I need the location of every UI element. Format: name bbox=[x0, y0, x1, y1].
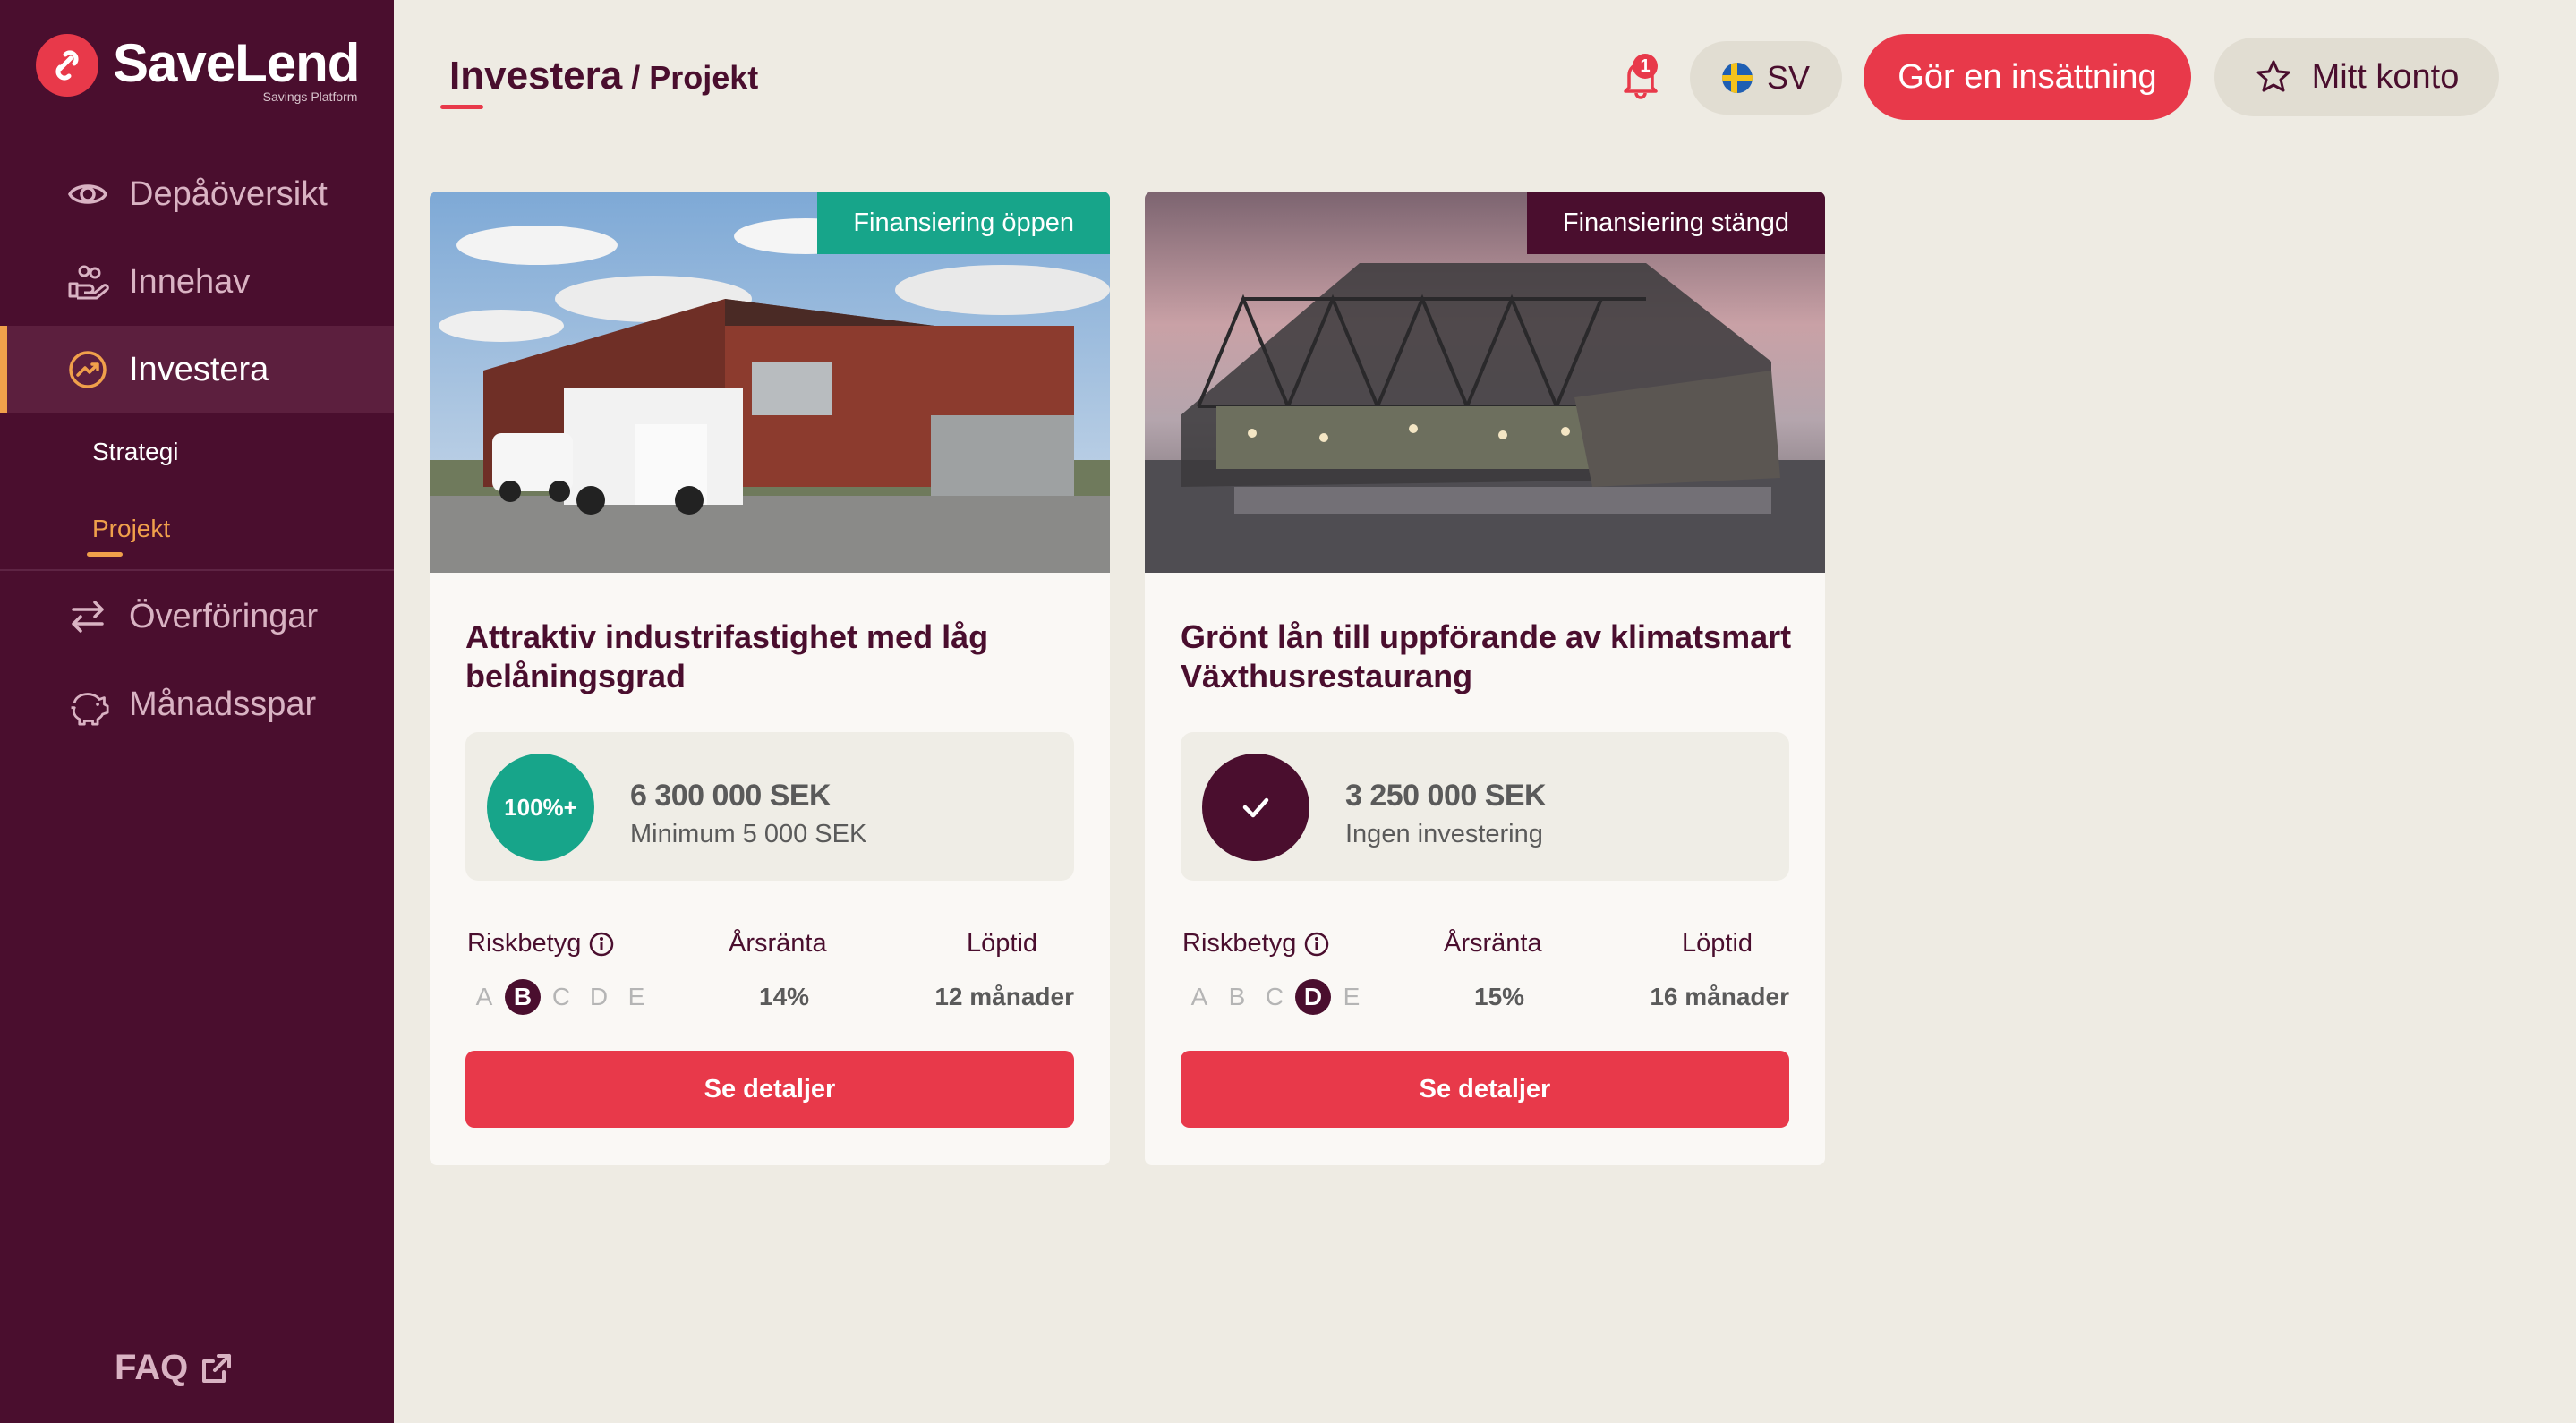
brand-logo[interactable]: SaveLend Savings Platform bbox=[36, 33, 360, 104]
minimum-investment: Minimum 5 000 SEK bbox=[630, 820, 867, 848]
breadcrumb-investera[interactable]: Investera bbox=[449, 54, 622, 98]
risk-letter-selected: B bbox=[505, 979, 541, 1015]
faq-link[interactable]: FAQ bbox=[115, 1348, 235, 1388]
risk-scale: A B C D E bbox=[1181, 979, 1370, 1015]
risk-letter: B bbox=[1228, 983, 1246, 1010]
language-label: SV bbox=[1766, 59, 1811, 96]
risk-letter: A bbox=[475, 983, 493, 1010]
risk-letter: A bbox=[1190, 983, 1208, 1010]
loan-amount: 3 250 000 SEK bbox=[1345, 779, 1547, 813]
funding-status-badge: Finansiering stängd bbox=[1526, 192, 1825, 254]
loan-amount: 6 300 000 SEK bbox=[630, 779, 832, 813]
info-icon[interactable] bbox=[1303, 931, 1330, 958]
funding-status-badge: Finansiering öppen bbox=[817, 192, 1110, 254]
risk-letter-selected: D bbox=[1295, 979, 1331, 1015]
external-link-icon bbox=[202, 1353, 232, 1383]
funding-progress-circle: 100%+ bbox=[487, 754, 594, 861]
project-card[interactable]: Finansiering öppen Attraktiv industrifas… bbox=[430, 192, 1110, 1165]
checkmark-icon bbox=[1242, 797, 1269, 818]
sidebar-item-label: Innehav bbox=[129, 262, 251, 301]
sidebar-subitem-projekt[interactable]: Projekt bbox=[0, 490, 394, 567]
interest-rate: 15% bbox=[1474, 983, 1525, 1010]
risk-label: Riskbetyg bbox=[1182, 929, 1330, 959]
project-image: Finansiering stängd bbox=[1145, 192, 1825, 573]
sidebar-subitem-strategi[interactable]: Strategi bbox=[0, 413, 394, 490]
sidebar-nav: Depåöversikt Innehav Investera Strategi … bbox=[0, 150, 394, 748]
star-icon bbox=[2256, 60, 2290, 92]
rate-label: Årsränta bbox=[729, 929, 827, 958]
trending-up-icon bbox=[66, 348, 109, 391]
investment-status: Ingen investering bbox=[1345, 820, 1543, 848]
risk-label-text: Riskbetyg bbox=[467, 929, 582, 958]
project-card[interactable]: Finansiering stängd Grönt lån till uppfö… bbox=[1145, 192, 1825, 1165]
risk-scale: A B C D E bbox=[465, 979, 655, 1015]
see-details-button[interactable]: Se detaljer bbox=[1181, 1051, 1789, 1128]
term-label: Löptid bbox=[967, 929, 1038, 958]
sidebar-item-manadsspar[interactable]: Månadsspar bbox=[0, 660, 394, 748]
sidebar-item-investera[interactable]: Investera bbox=[0, 326, 394, 413]
sweden-flag-icon bbox=[1721, 63, 1753, 93]
language-selector[interactable]: SV bbox=[1690, 41, 1842, 115]
risk-letter: D bbox=[589, 983, 609, 1010]
risk-letter: E bbox=[627, 983, 645, 1010]
funding-summary: 3 250 000 SEK Ingen investering bbox=[1181, 732, 1789, 881]
my-account-button[interactable]: Mitt konto bbox=[2214, 38, 2499, 116]
info-icon[interactable] bbox=[588, 931, 615, 958]
eye-icon bbox=[66, 173, 109, 216]
deposit-button[interactable]: Gör en insättning bbox=[1864, 34, 2191, 120]
funding-summary: 100%+ 6 300 000 SEK Minimum 5 000 SEK bbox=[465, 732, 1074, 881]
funding-closed-circle bbox=[1202, 754, 1309, 861]
my-account-label: Mitt konto bbox=[2311, 57, 2460, 96]
risk-label-text: Riskbetyg bbox=[1182, 929, 1297, 958]
sidebar-item-depaoversikt[interactable]: Depåöversikt bbox=[0, 150, 394, 238]
risk-letter: C bbox=[1265, 983, 1284, 1010]
project-title: Grönt lån till uppförande av klimatsmart… bbox=[1181, 618, 1792, 694]
interest-rate: 14% bbox=[759, 983, 810, 1010]
term-label: Löptid bbox=[1682, 929, 1753, 958]
risk-letter: C bbox=[551, 983, 571, 1010]
project-stats: Riskbetyg A B C D E Årsränta 15% Löptid … bbox=[1181, 920, 1789, 1015]
transfer-arrows-icon bbox=[66, 595, 109, 638]
sidebar-item-label: Depåöversikt bbox=[129, 175, 328, 213]
loan-term: 16 månader bbox=[1650, 983, 1789, 1010]
sidebar-item-innehav[interactable]: Innehav bbox=[0, 238, 394, 326]
faq-label: FAQ bbox=[115, 1348, 189, 1387]
brand-tagline: Savings Platform bbox=[262, 89, 358, 104]
project-image: Finansiering öppen bbox=[430, 192, 1110, 573]
breadcrumb-projekt: Projekt bbox=[649, 59, 759, 96]
title-underline bbox=[440, 105, 483, 109]
see-details-button[interactable]: Se detaljer bbox=[465, 1051, 1074, 1128]
breadcrumb: Investera / Projekt bbox=[449, 54, 758, 98]
piggy-bank-icon bbox=[66, 683, 109, 726]
project-stats: Riskbetyg A B C D E Årsränta 14% Löptid … bbox=[465, 920, 1074, 1015]
project-title: Attraktiv industrifastighet med låg belå… bbox=[465, 618, 989, 694]
rate-label: Årsränta bbox=[1444, 929, 1542, 958]
sidebar-item-label: Månadsspar bbox=[129, 685, 317, 723]
loan-term: 12 månader bbox=[934, 983, 1074, 1010]
sidebar-item-overforingar[interactable]: Överföringar bbox=[0, 573, 394, 660]
risk-label: Riskbetyg bbox=[467, 929, 615, 959]
savelend-logo-icon bbox=[36, 34, 98, 97]
sidebar-item-label: Investera bbox=[129, 350, 269, 388]
hand-coins-icon bbox=[66, 260, 109, 303]
sidebar-item-label: Överföringar bbox=[129, 597, 319, 635]
sidebar: SaveLend Savings Platform Depåöversikt I… bbox=[0, 0, 394, 1423]
sidebar-divider bbox=[0, 569, 394, 571]
brand-name: SaveLend bbox=[113, 33, 360, 93]
notification-count-badge: 1 bbox=[1633, 54, 1658, 79]
breadcrumb-separator: / bbox=[631, 59, 641, 96]
risk-letter: E bbox=[1343, 983, 1361, 1010]
